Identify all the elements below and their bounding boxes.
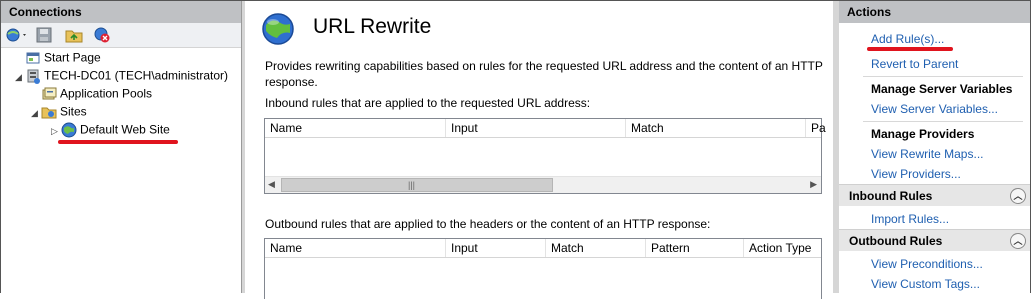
- server-icon: [25, 68, 41, 84]
- column-header[interactable]: Pattern: [646, 239, 744, 257]
- tree-item-server[interactable]: TECH-DC01 (TECH\administrator): [25, 67, 228, 84]
- folder-up-icon[interactable]: [65, 26, 83, 44]
- separator: [863, 76, 1023, 77]
- feature-description: Provides rewriting capabilities based on…: [265, 59, 823, 89]
- outbound-rules-label: Outbound rules that are applied to the h…: [265, 217, 711, 231]
- connections-header: Connections: [1, 1, 241, 23]
- tree-label: Default Web Site: [80, 122, 170, 137]
- tree-item-start-page[interactable]: Start Page: [25, 49, 101, 66]
- actions-pane: Actions Add Rule(s)... Revert to Parent …: [839, 1, 1030, 293]
- column-header[interactable]: Match: [546, 239, 646, 257]
- inbound-rules-group[interactable]: Inbound Rules ︿: [839, 184, 1030, 206]
- tree-item-application-pools[interactable]: Application Pools: [41, 85, 152, 102]
- tree-item-sites[interactable]: Sites: [41, 103, 87, 120]
- url-rewrite-globe-icon: [261, 12, 295, 49]
- column-header[interactable]: Pa: [806, 119, 826, 137]
- tree-label: Application Pools: [60, 86, 153, 101]
- outbound-rules-group[interactable]: Outbound Rules ︿: [839, 229, 1030, 251]
- scroll-right-icon[interactable]: ▶: [810, 179, 817, 190]
- highlight-underline: [58, 140, 178, 144]
- save-icon[interactable]: [35, 26, 53, 44]
- column-header[interactable]: Name: [265, 119, 446, 137]
- view-server-variables-link[interactable]: View Server Variables...: [871, 102, 998, 116]
- collapse-arrow-icon[interactable]: ◢: [15, 72, 23, 82]
- actions-header: Actions: [839, 1, 1030, 23]
- sites-folder-icon: [41, 104, 57, 120]
- inbound-rules-label: Inbound rules that are applied to the re…: [265, 96, 591, 110]
- column-header[interactable]: Input: [446, 239, 546, 257]
- tree-label: Start Page: [44, 50, 101, 65]
- import-rules-link[interactable]: Import Rules...: [871, 212, 949, 226]
- view-providers-link[interactable]: View Providers...: [871, 167, 961, 181]
- add-rules-link[interactable]: Add Rule(s)...: [871, 32, 944, 46]
- grip-icon: |||: [408, 180, 416, 190]
- group-title: Inbound Rules: [849, 189, 933, 203]
- tree-label: Sites: [60, 104, 87, 119]
- manage-server-variables-heading: Manage Server Variables: [871, 82, 1013, 96]
- group-title: Outbound Rules: [849, 234, 943, 248]
- grid-header: Name Input Match Pattern Action Type: [265, 239, 821, 258]
- collapse-chevron-icon[interactable]: ︿: [1010, 188, 1026, 204]
- start-page-icon: [25, 50, 41, 66]
- column-header[interactable]: Match: [626, 119, 806, 137]
- connections-pane: Connections Start Page ◢ TECH-DC01 (TECH…: [1, 1, 242, 293]
- app-pools-icon: [41, 86, 57, 102]
- collapse-arrow-icon[interactable]: ◢: [31, 108, 39, 118]
- column-header[interactable]: Name: [265, 239, 446, 257]
- view-rewrite-maps-link[interactable]: View Rewrite Maps...: [871, 147, 983, 161]
- connections-toolbar: [1, 23, 241, 48]
- outbound-rules-grid[interactable]: Name Input Match Pattern Action Type: [264, 238, 822, 299]
- scroll-thumb[interactable]: |||: [281, 178, 553, 192]
- column-header[interactable]: Input: [446, 119, 626, 137]
- collapse-chevron-icon[interactable]: ︿: [1010, 233, 1026, 249]
- view-custom-tags-link[interactable]: View Custom Tags...: [871, 277, 980, 291]
- revert-to-parent-link[interactable]: Revert to Parent: [871, 57, 958, 71]
- connect-icon[interactable]: [5, 26, 26, 44]
- grid-header: Name Input Match Pa: [265, 119, 826, 138]
- expand-arrow-icon[interactable]: ▷: [51, 126, 59, 136]
- separator: [863, 121, 1023, 122]
- globe-icon: [61, 122, 77, 138]
- view-preconditions-link[interactable]: View Preconditions...: [871, 257, 983, 271]
- scroll-left-icon[interactable]: ◀: [268, 179, 275, 190]
- column-header[interactable]: Action Type: [744, 239, 821, 257]
- tree-label: TECH-DC01 (TECH\administrator): [44, 68, 229, 83]
- page-title: URL Rewrite: [313, 15, 432, 38]
- inbound-rules-grid[interactable]: Name Input Match Pa ◀ ||| ▶: [264, 118, 826, 194]
- tree-item-default-web-site[interactable]: Default Web Site: [61, 121, 170, 138]
- highlight-underline: [867, 47, 953, 51]
- horizontal-scrollbar[interactable]: ◀ ||| ▶: [265, 176, 821, 193]
- disconnect-icon[interactable]: [93, 26, 111, 44]
- main-content: URL Rewrite Provides rewriting capabilit…: [245, 1, 833, 299]
- manage-providers-heading: Manage Providers: [871, 127, 975, 141]
